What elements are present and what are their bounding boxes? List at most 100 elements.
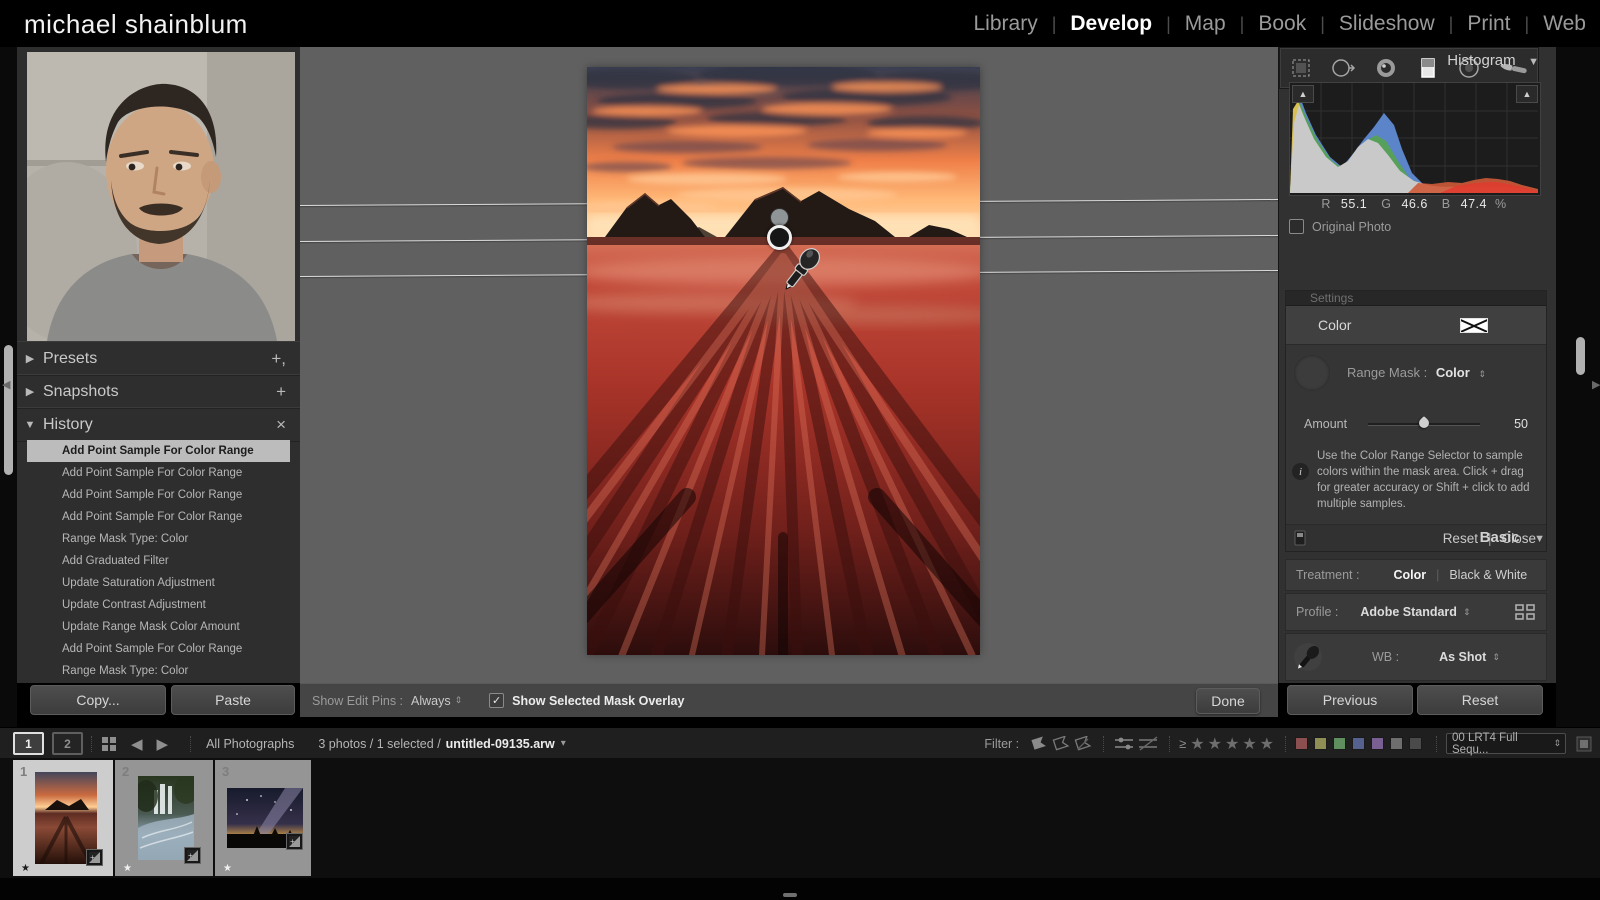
filter-toggle-icon[interactable]: [1576, 736, 1592, 752]
color-label-filter[interactable]: [1390, 737, 1403, 750]
snapshots-panel-header[interactable]: ▶ Snapshots +: [17, 374, 300, 409]
paste-button[interactable]: Paste: [171, 685, 295, 715]
create-snapshot-icon[interactable]: +: [276, 382, 286, 402]
filmstrip-cell[interactable]: 2 + ★: [115, 760, 213, 876]
filter-preset-dropdown[interactable]: 00 LRT4 Full Sequ... ⇕: [1446, 733, 1566, 754]
settings-header-clipped[interactable]: Settings: [1286, 291, 1546, 306]
mask-overlay-label[interactable]: Show Selected Mask Overlay: [512, 694, 684, 708]
range-mask-value[interactable]: Color: [1436, 365, 1470, 380]
thumb-star-icon[interactable]: ★: [123, 863, 132, 874]
history-item[interactable]: Update Contrast Adjustment: [27, 594, 290, 616]
done-button[interactable]: Done: [1196, 688, 1260, 714]
history-item[interactable]: Add Point Sample For Color Range: [27, 638, 290, 660]
module-tab-book[interactable]: Book: [1244, 12, 1320, 36]
history-item[interactable]: Range Mask Type: Color: [27, 660, 290, 682]
source-indicator[interactable]: All Photographs: [206, 737, 294, 751]
rating-gte-icon[interactable]: ≥: [1179, 736, 1186, 751]
color-range-selector-eyedropper[interactable]: [778, 242, 824, 298]
selected-filename[interactable]: untitled-09135.arw: [446, 737, 555, 751]
photo-canvas[interactable]: [587, 67, 980, 655]
presets-panel-header[interactable]: ▶ Presets +,: [17, 341, 300, 376]
thumb-star-icon[interactable]: ★: [21, 863, 30, 874]
basic-panel-header[interactable]: Basic ▼: [1279, 529, 1545, 547]
color-label-filter[interactable]: [1295, 737, 1308, 750]
highlight-clipping-indicator[interactable]: ▲: [1516, 85, 1538, 103]
star-rating-filter[interactable]: ★★★★★: [1190, 734, 1277, 754]
edited-filter-icon[interactable]: [1113, 736, 1137, 752]
color-label-filter[interactable]: [1333, 737, 1346, 750]
flag-rejected-filter-icon[interactable]: [1073, 736, 1095, 752]
history-item[interactable]: Add Graduated Filter: [27, 550, 290, 572]
history-item[interactable]: Add Point Sample For Color Range: [27, 440, 290, 462]
grid-view-icon[interactable]: [101, 736, 117, 752]
history-item[interactable]: Update Saturation Adjustment: [27, 572, 290, 594]
range-mask-updown-icon[interactable]: ⇕: [1478, 369, 1485, 379]
flag-picked-filter-icon[interactable]: [1029, 736, 1051, 752]
module-tab-web[interactable]: Web: [1529, 12, 1600, 36]
color-label-filter[interactable]: [1352, 737, 1365, 750]
histogram-panel-header[interactable]: Histogram ▼: [1279, 52, 1539, 70]
module-tab-map[interactable]: Map: [1171, 12, 1240, 36]
history-item[interactable]: Update Range Mask Color Amount: [27, 616, 290, 638]
histogram-display[interactable]: ▲ ▲: [1289, 82, 1541, 196]
profile-browser-icon[interactable]: [1514, 603, 1536, 621]
original-photo-checkbox[interactable]: [1289, 219, 1304, 234]
history-item[interactable]: Range Mask Type: Color: [27, 528, 290, 550]
wb-eyedropper-icon[interactable]: [1292, 639, 1326, 675]
right-scrollbar[interactable]: [1576, 337, 1585, 375]
history-item[interactable]: Add Point Sample For Color Range: [27, 506, 290, 528]
expand-presets-icon[interactable]: ▶: [17, 352, 43, 365]
collapse-basic-icon[interactable]: ▼: [1534, 533, 1545, 545]
flag-unflagged-filter-icon[interactable]: [1051, 736, 1073, 752]
amount-value[interactable]: 50: [1514, 417, 1528, 431]
create-preset-icon[interactable]: +,: [271, 349, 286, 369]
show-edit-pins-updown-icon[interactable]: ⇕: [455, 695, 462, 706]
adjustment-badge-icon[interactable]: +: [286, 833, 303, 850]
module-tab-slideshow[interactable]: Slideshow: [1325, 12, 1449, 36]
thumb-star-icon[interactable]: ★: [223, 863, 232, 874]
source-menu-icon[interactable]: ▾: [561, 738, 566, 749]
main-window-button[interactable]: 1: [13, 732, 44, 755]
amount-slider[interactable]: [1368, 423, 1480, 426]
previous-photo-icon[interactable]: ◀: [131, 735, 143, 753]
expand-snapshots-icon[interactable]: ▶: [17, 385, 43, 398]
collapse-right-panel-icon[interactable]: ▶: [1592, 378, 1600, 391]
adjustment-badge-icon[interactable]: +: [86, 849, 103, 866]
unedited-filter-icon[interactable]: [1137, 736, 1161, 752]
color-label-filter[interactable]: [1314, 737, 1327, 750]
copy-button[interactable]: Copy...: [30, 685, 166, 715]
wb-select[interactable]: As Shot: [1439, 650, 1486, 664]
filmstrip-collapse-handle[interactable]: [783, 893, 797, 897]
history-item[interactable]: Add Point Sample For Color Range: [27, 484, 290, 506]
collapse-history-icon[interactable]: ▼: [17, 419, 43, 431]
collapse-histogram-icon[interactable]: ▼: [1528, 56, 1539, 68]
filmstrip-cell[interactable]: 3 + ★: [215, 760, 311, 876]
clear-history-icon[interactable]: ×: [276, 415, 286, 435]
module-tab-library[interactable]: Library: [960, 12, 1052, 36]
profile-updown-icon[interactable]: ⇕: [1463, 607, 1470, 618]
shadow-clipping-indicator[interactable]: ▲: [1292, 85, 1314, 103]
module-tab-develop[interactable]: Develop: [1056, 12, 1166, 36]
previous-button[interactable]: Previous: [1287, 685, 1413, 715]
color-label-filter[interactable]: [1409, 737, 1422, 750]
adjustment-badge-icon[interactable]: +: [184, 847, 201, 864]
history-panel-header[interactable]: ▼ History ×: [17, 407, 300, 442]
color-swatch-none-icon[interactable]: [1460, 318, 1488, 333]
history-item[interactable]: Add Point Sample For Color Range: [27, 462, 290, 484]
show-edit-pins-select[interactable]: Always: [411, 694, 451, 708]
treatment-color-option[interactable]: Color: [1393, 568, 1426, 582]
original-photo-row[interactable]: Original Photo: [1289, 219, 1391, 234]
reset-button[interactable]: Reset: [1417, 685, 1543, 715]
next-photo-icon[interactable]: ▶: [157, 735, 169, 753]
amount-slider-thumb[interactable]: [1417, 415, 1431, 429]
profile-select[interactable]: Adobe Standard: [1360, 605, 1457, 619]
color-label-filter[interactable]: [1371, 737, 1384, 750]
filmstrip-cell-selected[interactable]: 1 + ★: [13, 760, 113, 876]
mask-overlay-checkbox[interactable]: ✓: [489, 693, 504, 708]
wb-updown-icon[interactable]: ⇕: [1492, 652, 1499, 663]
second-window-button[interactable]: 2: [52, 732, 83, 755]
collapse-left-panel-icon[interactable]: ◀: [2, 378, 10, 391]
module-tab-print[interactable]: Print: [1453, 12, 1524, 36]
effect-color-row[interactable]: Color: [1286, 306, 1546, 345]
left-scrollbar[interactable]: [4, 345, 13, 475]
